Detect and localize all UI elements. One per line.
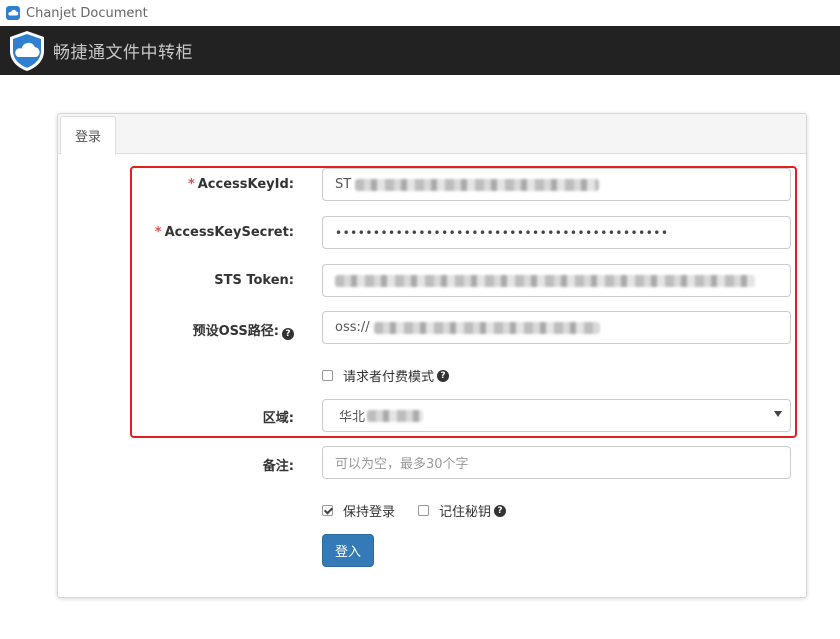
question-circle-icon[interactable]: ? <box>282 328 294 340</box>
access-key-secret-label: * AccessKeySecret: <box>154 225 294 240</box>
region-select[interactable]: 华北 <box>322 399 791 432</box>
caret-down-icon <box>774 411 782 417</box>
cloud-shield-icon <box>10 30 44 71</box>
remark-input[interactable]: 可以为空，最多30个字 <box>322 446 791 479</box>
oss-path-input[interactable]: oss:// <box>322 311 791 344</box>
sts-token-label: STS Token: <box>214 273 294 288</box>
navbar: 畅捷通文件中转柜 <box>0 26 840 75</box>
access-key-id-label: * AccessKeyId: <box>187 177 294 192</box>
access-key-id-input[interactable]: ST <box>322 168 791 201</box>
requester-pays-box[interactable] <box>322 370 333 381</box>
app-cloud-icon <box>6 6 20 20</box>
requester-pays-checkbox[interactable]: 请求者付费模式 ? <box>322 366 450 385</box>
login-button[interactable]: 登入 <box>322 534 374 567</box>
oss-path-label: 预设OSS路径:? <box>193 320 294 340</box>
question-circle-icon[interactable]: ? <box>494 504 507 517</box>
region-label: 区域: <box>262 411 294 426</box>
brand-title[interactable]: 畅捷通文件中转柜 <box>53 38 193 63</box>
window-titlebar: Chanjet Document <box>0 0 840 26</box>
question-circle-icon[interactable]: ? <box>437 369 450 382</box>
window-title: Chanjet Document <box>26 5 148 21</box>
remember-secret-checkbox[interactable]: 记住秘钥 ? <box>418 501 507 520</box>
remember-secret-box[interactable] <box>418 505 429 516</box>
remark-label: 备注: <box>262 459 294 474</box>
keep-login-checkbox[interactable]: 保持登录 <box>322 501 395 520</box>
tab-login[interactable]: 登录 <box>60 116 116 155</box>
keep-login-box[interactable] <box>322 505 333 516</box>
access-key-secret-input[interactable]: ••••••••••••••••••••••••••••••••••••••••… <box>322 216 791 249</box>
sts-token-input[interactable] <box>322 264 791 297</box>
tab-bar: 登录 <box>58 114 806 155</box>
